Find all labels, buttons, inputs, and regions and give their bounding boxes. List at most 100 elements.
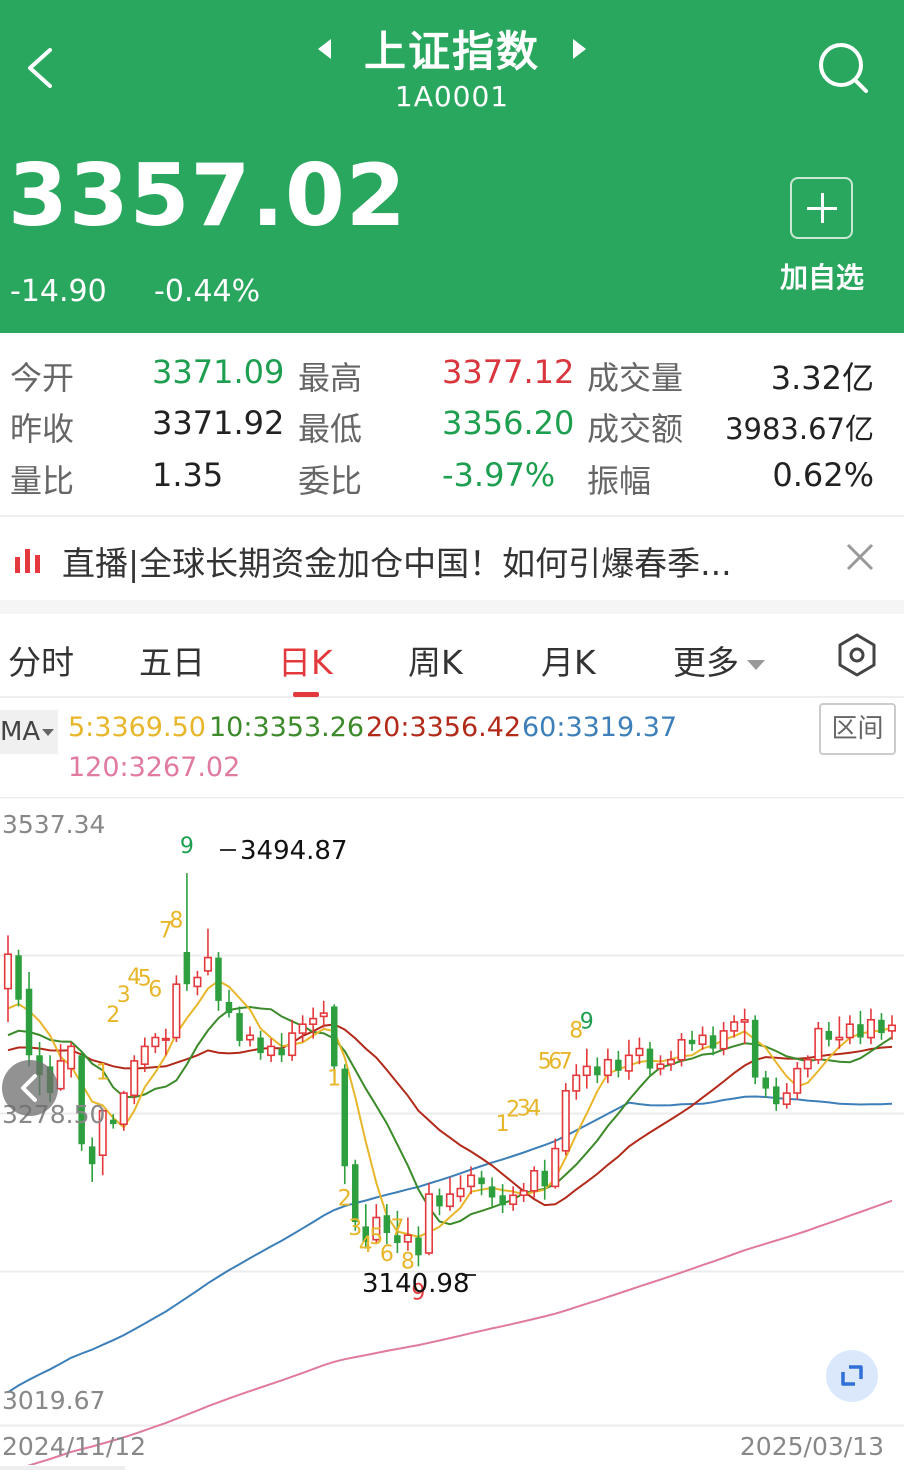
candlestick-chart[interactable]: 987654321 123456789123456789 3537.34 3278… [0,797,904,1465]
candle-up [582,1065,591,1077]
candle-down [615,1059,622,1071]
candle-down [257,1037,264,1054]
candle-up [3,953,12,990]
candle-down [110,1119,117,1125]
candle-up [519,1189,528,1196]
candle-up [424,1193,434,1254]
candle-up [246,1034,255,1041]
close-icon[interactable] [843,540,877,574]
settings-hexagon-icon[interactable] [834,632,880,678]
candle-down [15,955,22,1000]
price-change: -14.90 [10,274,107,309]
ma120-value: 120:3267.02 [68,752,241,783]
candle-down [825,1030,833,1040]
candle-up [835,1036,844,1041]
candle-down [499,1195,506,1206]
chevron-left-icon [21,1074,37,1102]
candle-down [751,1019,759,1078]
candles [3,873,897,1267]
candle-down [25,988,33,1056]
candle-up [782,1092,791,1106]
candle-up [635,1047,644,1057]
candle-down [688,1039,696,1045]
candle-down [478,1177,485,1185]
expand-icon [841,1365,863,1386]
candle-up [161,1037,170,1041]
ma60-line [7,1095,893,1394]
open-label: 今开 [10,359,75,397]
next-stock-icon[interactable] [573,38,587,59]
amplitude-label: 振幅 [587,462,652,500]
active-tab-indicator [293,692,319,697]
candle-up [572,1074,581,1092]
candle-down [709,1035,717,1049]
ma5-value: 5:3369.50 [68,712,206,743]
tab-daily-k[interactable]: 日K [278,636,333,684]
start-date-label: 2024/11/12 [2,1432,146,1461]
td-count-mark: 6 [380,1242,394,1267]
fullscreen-button[interactable] [826,1350,878,1402]
candle-down [857,1024,864,1038]
volume-ratio-value: 1.35 [152,456,224,494]
ma-indicator-button[interactable]: MA [0,710,58,754]
candle-down [594,1066,601,1076]
candle-down [762,1077,769,1089]
ma10-value: 10:3353.26 [209,712,365,743]
candle-down [215,957,222,1001]
min-price-label: 3140.98 [362,1269,470,1299]
td-count-mark: 7 [559,1050,573,1075]
ma20-value: 20:3356.42 [366,712,522,743]
candle-up [466,1174,476,1188]
candle-down [88,1146,96,1165]
add-watchlist-label[interactable]: 加自选 [770,256,874,296]
high-label: 最高 [298,359,363,397]
period-tabs: 分时 五日 日K 周K 月K 更多 [0,614,904,698]
tab-more[interactable]: 更多 [673,636,765,684]
news-banner[interactable]: 直播|全球长期资金加仓中国！如何引爆春季... [0,517,904,601]
candle-down [415,1237,422,1256]
chevron-down-icon [747,659,765,670]
previous-stock-icon[interactable] [317,38,331,59]
scroll-left-button[interactable] [2,1060,58,1116]
candle-up [56,1060,65,1090]
candle-up [130,1060,139,1097]
candle-down [236,1013,243,1041]
candle-up [624,1054,633,1072]
quote-header: 上证指数 1A0001 3357.02 -14.90 -0.44% 加自选 [0,0,904,333]
high-value: 3377.12 [442,353,575,391]
news-headline[interactable]: 直播|全球长期资金加仓中国！如何引爆春季... [62,537,732,585]
candle-up [530,1169,539,1192]
prev-close-label: 昨收 [10,410,75,448]
tab-five-day[interactable]: 五日 [139,636,205,684]
candle-down [878,1019,885,1034]
candle-up [814,1027,823,1061]
candle-up [603,1058,612,1077]
tab-intraday[interactable]: 分时 [8,636,74,684]
td-count-mark: 7 [390,1216,404,1241]
section-gap [0,600,904,614]
chart-grid [0,797,904,1427]
candle-up [845,1023,854,1039]
ma-lines [7,979,893,1465]
prev-close-value: 3371.92 [152,404,285,442]
y-tick-top: 3537.34 [2,810,105,839]
candle-down [436,1195,443,1207]
td-count-mark: 2 [338,1186,352,1211]
candle-up [656,1063,665,1070]
candle-down [225,1002,233,1014]
td-count-mark: 9 [580,1010,594,1035]
candle-up [151,1036,160,1048]
volume-label: 成交量 [587,359,684,397]
search-icon[interactable] [812,38,874,100]
stats-grid: 今开 3371.09 最高 3377.12 成交量 3.32亿 昨收 3371.… [0,333,904,515]
chevron-down-icon [42,729,55,736]
candle-down [383,1215,391,1233]
open-value: 3371.09 [152,353,285,391]
add-watchlist-button[interactable] [790,177,853,239]
candle-up [793,1067,802,1094]
range-select-button[interactable]: 区间 [819,703,896,755]
bid-ratio-label: 委比 [298,462,363,500]
tab-monthly-k[interactable]: 月K [541,636,596,684]
tab-weekly-k[interactable]: 周K [408,636,463,684]
candle-down [341,1068,348,1167]
